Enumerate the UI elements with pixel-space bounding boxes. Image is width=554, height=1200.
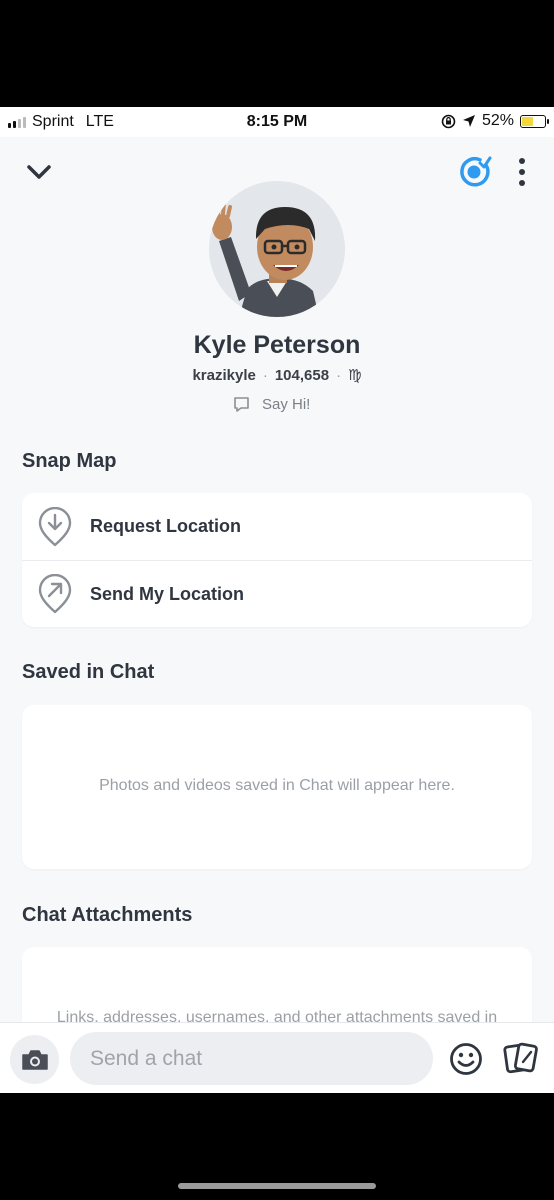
saved-in-chat-card: Photos and videos saved in Chat will app… bbox=[22, 705, 532, 869]
send-location-label: Send My Location bbox=[90, 583, 245, 604]
location-arrow-icon bbox=[462, 115, 475, 127]
profile-name: Kyle Peterson bbox=[193, 331, 361, 359]
camera-icon bbox=[21, 1049, 48, 1070]
zodiac-icon: ♍ bbox=[348, 367, 362, 384]
snap-map-title: Snap Map bbox=[22, 450, 117, 472]
chevron-down-icon[interactable] bbox=[25, 162, 53, 182]
location-request-icon bbox=[38, 506, 72, 546]
snap-map-card: Request Location Send My Location bbox=[22, 493, 532, 627]
chat-attachments-title: Chat Attachments bbox=[22, 904, 193, 926]
battery-percent: 52% bbox=[481, 112, 514, 129]
request-location-row[interactable]: Request Location bbox=[22, 493, 532, 560]
cards-icon[interactable] bbox=[503, 1040, 539, 1076]
bitmoji-avatar bbox=[211, 201, 319, 317]
snap-ring-icon[interactable] bbox=[458, 155, 492, 189]
orientation-lock-icon bbox=[441, 114, 456, 128]
chat-bubble-icon bbox=[234, 397, 249, 412]
snap-score: 104,658 bbox=[274, 367, 330, 384]
saved-in-chat-title: Saved in Chat bbox=[22, 661, 155, 683]
battery-icon bbox=[520, 114, 549, 128]
chat-composer bbox=[0, 1022, 554, 1093]
send-location-row[interactable]: Send My Location bbox=[22, 560, 532, 627]
profile-screen: Sprint LTE 8:15 PM 52% Kyle Peterson kra… bbox=[0, 107, 554, 1093]
home-indicator[interactable] bbox=[178, 1183, 376, 1189]
request-location-label: Request Location bbox=[90, 516, 242, 536]
more-vertical-icon[interactable] bbox=[515, 157, 529, 187]
say-hi-button[interactable]: Say Hi! bbox=[233, 396, 310, 413]
emoji-icon[interactable] bbox=[449, 1042, 483, 1076]
location-send-icon bbox=[38, 574, 72, 614]
profile-username: krazikyle bbox=[192, 367, 256, 384]
camera-button[interactable] bbox=[10, 1035, 59, 1084]
saved-in-chat-empty-text: Photos and videos saved in Chat will app… bbox=[99, 777, 455, 794]
avatar[interactable] bbox=[209, 181, 345, 317]
profile-meta: krazikyle · 104,658 · ♍ bbox=[192, 367, 362, 384]
say-hi-label: Say Hi! bbox=[262, 396, 311, 413]
chat-input[interactable] bbox=[70, 1032, 433, 1085]
status-bar: Sprint LTE 8:15 PM 52% bbox=[0, 107, 554, 137]
status-right: 52% bbox=[441, 112, 549, 130]
